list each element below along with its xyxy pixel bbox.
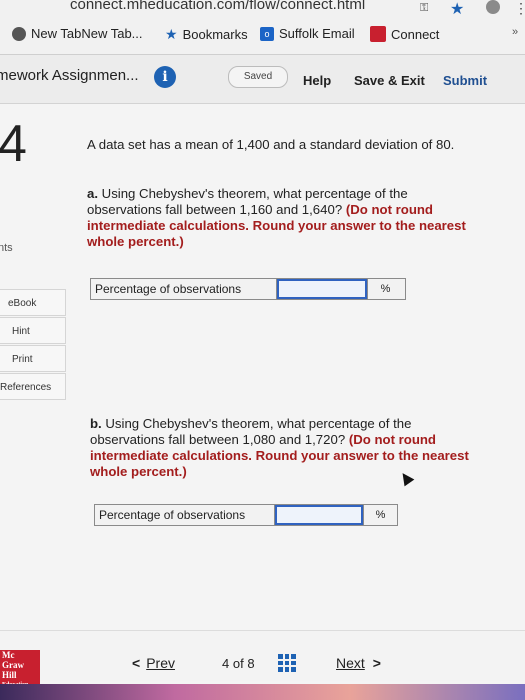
question-tools: eBook Hint Print References: [0, 285, 70, 400]
prev-label: Prev: [146, 655, 175, 671]
bookmark-bookmarks[interactable]: ★ Bookmarks: [165, 26, 248, 43]
bookmark-label: Suffolk Email: [279, 26, 355, 41]
save-exit-button[interactable]: Save & Exit: [354, 73, 425, 88]
part-a-answer-label: Percentage of observations: [91, 279, 277, 299]
next-label: Next: [336, 655, 365, 671]
info-icon[interactable]: i: [154, 66, 176, 88]
desktop-strip: [0, 684, 525, 700]
percent-unit: %: [367, 279, 403, 299]
part-b-answer-input[interactable]: [275, 505, 363, 525]
question-prompt: A data set has a mean of 1,400 and a sta…: [87, 137, 455, 152]
menu-icon[interactable]: ⋮: [514, 0, 525, 17]
part-a-answer-input[interactable]: [277, 279, 367, 299]
star-icon: ★: [165, 26, 178, 42]
saved-status-badge: Saved: [228, 66, 288, 88]
page-indicator: 4 of 8: [222, 656, 255, 671]
logo-line: Mc: [2, 650, 15, 660]
part-a-label: a.: [87, 186, 98, 201]
logo-line: Hill: [2, 670, 17, 680]
assignment-title: mework Assignmen...: [0, 67, 139, 84]
key-icon[interactable]: ⚿: [420, 2, 428, 15]
bookmark-new-tab[interactable]: New TabNew Tab...: [12, 26, 143, 41]
globe-icon: [12, 26, 26, 41]
print-button[interactable]: Print: [0, 345, 66, 372]
bookmark-suffolk-email[interactable]: o Suffolk Email: [260, 26, 355, 41]
next-button[interactable]: Next >: [336, 655, 381, 671]
chevron-left-icon: <: [132, 655, 141, 671]
outlook-icon: o: [260, 26, 274, 41]
help-button[interactable]: Help: [303, 73, 331, 88]
part-a-question: a. Using Chebyshev's theorem, what perce…: [87, 186, 482, 250]
bookmark-label: New TabNew Tab...: [31, 26, 143, 41]
bookmark-label: Bookmarks: [182, 27, 248, 42]
bookmarks-overflow-button[interactable]: »: [512, 26, 518, 38]
percent-unit: %: [363, 505, 397, 525]
logo-line: Graw: [2, 660, 24, 670]
ebook-button[interactable]: eBook: [0, 289, 66, 316]
page-current: 4: [222, 656, 230, 671]
question-number: 4: [0, 115, 27, 173]
references-button[interactable]: References: [0, 373, 66, 400]
question-grid-icon[interactable]: [278, 654, 296, 672]
part-b-label: b.: [90, 416, 102, 431]
assignment-header: mework Assignmen... i Saved Help Save & …: [0, 55, 525, 104]
part-b-answer-label: Percentage of observations: [95, 505, 275, 525]
bookmarks-bar: New TabNew Tab... ★ Bookmarks o Suffolk …: [0, 16, 525, 55]
part-b-question: b. Using Chebyshev's theorem, what perce…: [90, 416, 485, 480]
footer-nav: [0, 630, 525, 681]
address-bar[interactable]: connect.mheducation.com/flow/connect.htm…: [0, 0, 525, 18]
bookmark-label: Connect: [391, 26, 440, 42]
prev-button[interactable]: < Prev: [132, 655, 175, 671]
page-total: of 8: [232, 656, 255, 671]
part-b-answer-row: Percentage of observations %: [94, 504, 398, 526]
submit-button[interactable]: Submit: [443, 73, 487, 88]
bookmark-connect[interactable]: Connect: [370, 26, 439, 42]
part-a-answer-row: Percentage of observations %: [90, 278, 406, 300]
hint-button[interactable]: Hint: [0, 317, 66, 344]
extension-icon[interactable]: [486, 0, 500, 14]
connect-icon: [370, 26, 386, 42]
points-label: nts: [0, 242, 13, 254]
chevron-right-icon: >: [372, 655, 381, 671]
url-text[interactable]: connect.mheducation.com/flow/connect.htm…: [70, 0, 365, 13]
